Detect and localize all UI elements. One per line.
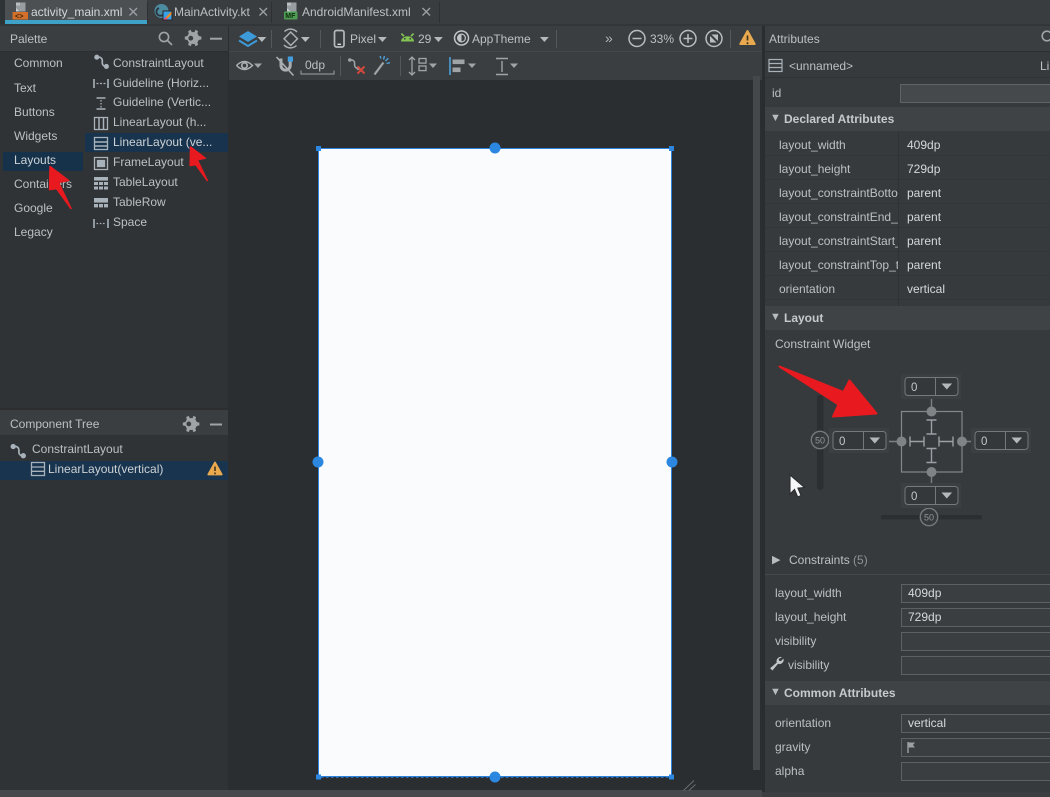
svg-text:33%: 33% (650, 32, 674, 46)
svg-text:»: » (605, 30, 613, 46)
svg-text:AppTheme: AppTheme (472, 32, 531, 46)
svg-text:MF: MF (285, 13, 296, 20)
svg-text:0dp: 0dp (305, 58, 325, 72)
svg-text:29: 29 (418, 32, 432, 46)
svg-text:<>: <> (15, 13, 23, 21)
svg-text:Pixel: Pixel (350, 32, 376, 46)
